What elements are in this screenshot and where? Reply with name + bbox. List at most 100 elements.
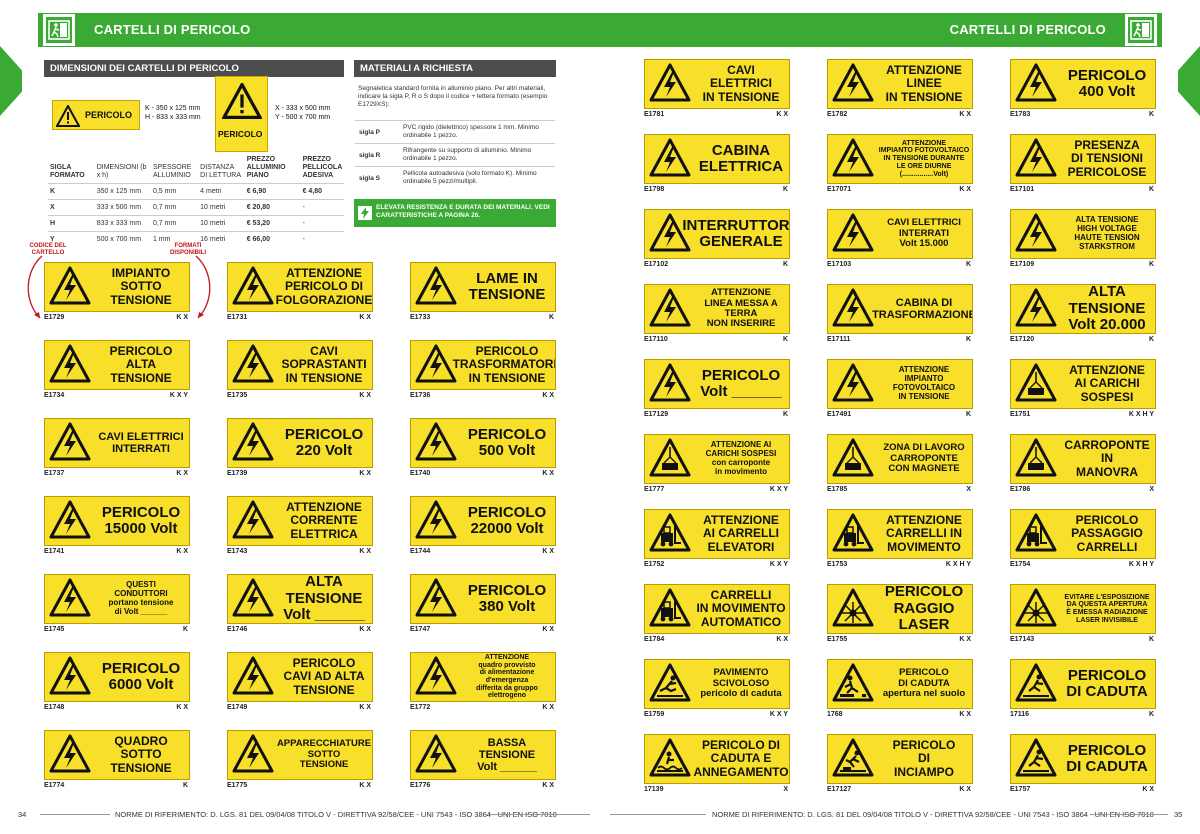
- sign-formats: K X: [776, 636, 788, 643]
- table-cell: X: [48, 199, 95, 216]
- sign-text: ZONA DI LAVORO CARROPONTE CON MAGNETE: [883, 442, 965, 475]
- lightning-icon: [49, 422, 91, 461]
- warning-sign: CAVI SOPRASTANTI IN TENSIONE: [227, 340, 373, 390]
- table-row: X 333 x 500 mm 0,7 mm 10 metri € 20,80 -: [48, 199, 344, 216]
- sign-text: ATTENZIONE quadro provvisto di alimentaz…: [476, 653, 538, 700]
- table-cell: -: [300, 215, 344, 232]
- lightning-icon: [232, 266, 274, 305]
- lightning-icon: [832, 63, 874, 102]
- sign-card: CAVI ELETTRICI INTERRATI E1737 K X: [44, 418, 190, 480]
- sign-card: ATTENZIONE CORRENTE ELETTRICA E1743 K X: [227, 496, 373, 558]
- sign-card: APPARECCHIATURE SOTTO TENSIONE E1775 K X: [227, 730, 373, 792]
- sign-text: PERICOLO PASSAGGIO CARRELLI: [1071, 513, 1143, 554]
- warning-sign: ATTENZIONE CARRELLI IN MOVIMENTO: [827, 509, 973, 559]
- laser-icon: [832, 588, 874, 627]
- sign-code: E1753: [827, 561, 848, 568]
- warning-sign: PERICOLO 400 Volt: [1010, 59, 1156, 109]
- table-cell: -: [300, 231, 344, 247]
- sign-formats: K: [548, 314, 554, 321]
- sign-card: ATTENZIONE IMPIANTO FOTOVOLTAICO IN TENS…: [827, 134, 973, 196]
- warning-sign: ATTENZIONE CORRENTE ELETTRICA: [227, 496, 373, 546]
- lightning-icon: [832, 363, 874, 402]
- warning-sign: PRESENZA DI TENSIONI PERICOLOSE: [1010, 134, 1156, 184]
- drowning-icon: [649, 738, 691, 777]
- sign-card: PERICOLO 220 Volt E1739 K X: [227, 418, 373, 480]
- sign-card: EVITARE L'ESPOSIZIONE DA QUESTA APERTURA…: [1010, 584, 1156, 646]
- sign-code: 17139: [644, 786, 664, 793]
- lightning-icon: [232, 422, 274, 461]
- sign-card: ZONA DI LAVORO CARROPONTE CON MAGNETE E17…: [827, 434, 973, 496]
- warning-icon: [56, 105, 80, 127]
- materials-notice: ELEVATA RESISTENZA E DURATA DEI MATERIAL…: [354, 199, 556, 227]
- sign-text: PERICOLO 6000 Volt: [101, 659, 181, 693]
- warning-sign: ATTENZIONE PERICOLO DI FOLGORAZIONE: [227, 262, 373, 312]
- sign-card: IMPIANTO SOTTO TENSIONE E1729 K X: [44, 262, 190, 324]
- notice-text: ELEVATA RESISTENZA E DURATA DEI MATERIAL…: [376, 204, 550, 219]
- warning-sign: BASSA TENSIONE Volt ______: [410, 730, 556, 780]
- table-cell: 0,7 mm: [150, 199, 199, 216]
- sign-code: E1781: [644, 111, 665, 118]
- table-cell: € 53,20: [244, 215, 301, 232]
- sign-code: E1749: [227, 704, 248, 711]
- warning-sign: PERICOLO DI CADUTA: [1010, 659, 1156, 709]
- lightning-icon: [49, 578, 91, 617]
- lightning-icon: [1015, 138, 1057, 177]
- warning-sign: LAME IN TENSIONE: [410, 262, 556, 312]
- exit-icon: [46, 17, 72, 43]
- table-header: DISTANZA DI LETTURA: [200, 164, 241, 179]
- sign-card: PERICOLO ALTA TENSIONE E1734 K X Y: [44, 340, 190, 402]
- sign-code: E1759: [644, 711, 665, 718]
- table-cell: 0,7 mm: [150, 215, 199, 232]
- warning-sign: ATTENZIONE LINEE IN TENSIONE: [827, 59, 973, 109]
- warning-sign: ATTENZIONE AI CARICHI SOSPESI: [1010, 359, 1156, 409]
- sign-code: E1734: [44, 392, 65, 399]
- sign-card: QUADRO SOTTO TENSIONE E1774 K: [44, 730, 190, 792]
- warning-sign: QUESTI CONDUTTORI portano tensione di Vo…: [44, 574, 190, 624]
- table-cell: 350 x 125 mm: [94, 183, 151, 200]
- sign-card: PAVIMENTO SCIVOLOSO pericolo di caduta E1…: [644, 659, 790, 721]
- emergency-exit-logo: [42, 13, 76, 47]
- sign-formats: K: [782, 261, 788, 268]
- sign-formats: K X: [176, 314, 188, 321]
- lightning-icon: [415, 266, 457, 305]
- lightning-icon: [232, 344, 274, 383]
- sign-text: PERICOLO CAVI AD ALTA TENSIONE: [283, 656, 365, 697]
- sign-text: PERICOLO DI INCIAMPO: [892, 738, 956, 779]
- table-cell: H: [48, 215, 95, 232]
- lightning-icon: [49, 500, 91, 539]
- material-row: sigla P PVC rigido (dielettrico) spessor…: [355, 120, 555, 143]
- warning-sign: ALTA TENSIONE Volt 20.000: [1010, 284, 1156, 334]
- sign-formats: K: [182, 782, 188, 789]
- sign-text: ATTENZIONE AI CARICHI SOSPESI: [1069, 363, 1145, 404]
- warning-sign: INTERRUTTORE GENERALE: [644, 209, 790, 259]
- sign-text: ALTA TENSIONE Volt 20.000: [1068, 284, 1146, 334]
- formats-label-arrow: [195, 255, 211, 319]
- sign-card: CABINA DI TRASFORMAZIONE E17111 K: [827, 284, 973, 346]
- sign-text: ATTENZIONE IMPIANTO FOTOVOLTAICO IN TENS…: [892, 365, 956, 401]
- sign-code: E1752: [644, 561, 665, 568]
- sign-text: CAVI ELETTRICI INTERRATI: [98, 430, 184, 455]
- laser-icon: [1015, 588, 1057, 627]
- lightning-icon: [49, 734, 91, 773]
- sign-text: CARRELLI IN MOVIMENTO AUTOMATICO: [696, 588, 786, 629]
- lightning-icon: [49, 266, 91, 305]
- warning-sign: ATTENZIONE IMPIANTO FOTOVOLTAICO IN TENS…: [827, 359, 973, 409]
- sign-formats: K X: [959, 636, 971, 643]
- table-cell: K: [48, 183, 95, 200]
- sign-card: PERICOLO Volt ______ E17129 K: [644, 359, 790, 421]
- sign-formats: K X: [542, 470, 554, 477]
- footer-rule-left-end: [490, 814, 590, 815]
- sign-text: PERICOLO TRASFORMATORE IN TENSIONE: [452, 344, 556, 385]
- sign-formats: K: [182, 626, 188, 633]
- sign-code: E1782: [827, 111, 848, 118]
- sign-text: PRESENZA DI TENSIONI PERICOLOSE: [1067, 138, 1147, 179]
- sign-text: PERICOLO ALTA TENSIONE: [109, 344, 173, 385]
- sign-code: E17103: [827, 261, 852, 268]
- left-header-title: CARTELLI DI PERICOLO: [94, 22, 251, 37]
- sign-card: PERICOLO PASSAGGIO CARRELLI E1754 K X H Y: [1010, 509, 1156, 571]
- warning-sign: PERICOLO TRASFORMATORE IN TENSIONE: [410, 340, 556, 390]
- sign-card: CARROPONTE IN MANOVRA E1786 X: [1010, 434, 1156, 496]
- format-x-size: X - 333 x 500 mm: [275, 105, 331, 112]
- sign-card: PERICOLO 380 Volt E1747 K X: [410, 574, 556, 636]
- sign-code: E1731: [227, 314, 248, 321]
